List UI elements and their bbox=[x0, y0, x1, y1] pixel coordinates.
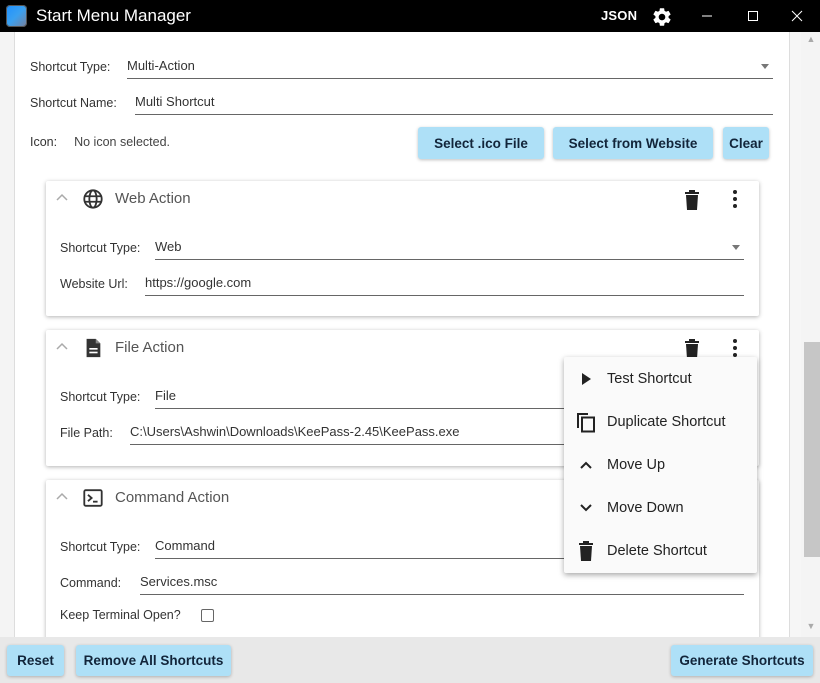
select-ico-file-button[interactable]: Select .ico File bbox=[418, 127, 544, 159]
bottom-bar: Reset Remove All Shortcuts Generate Shor… bbox=[0, 637, 820, 683]
shortcut-name-row: Shortcut Name: bbox=[30, 96, 117, 110]
app-logo-icon bbox=[6, 5, 27, 27]
terminal-icon bbox=[83, 489, 103, 507]
keep-terminal-open-checkbox[interactable] bbox=[201, 609, 214, 622]
shortcut-type-row: Shortcut Type: bbox=[30, 60, 110, 74]
field-label: Website Url: bbox=[60, 277, 128, 291]
file-icon bbox=[86, 338, 101, 358]
menu-item-move-up[interactable]: Move Up bbox=[564, 443, 757, 486]
action-context-menu: Test Shortcut Duplicate Shortcut Move Up… bbox=[564, 357, 757, 573]
maximize-button[interactable] bbox=[730, 0, 776, 32]
field-value: Web bbox=[155, 239, 182, 254]
gear-icon[interactable] bbox=[651, 6, 673, 28]
remove-all-shortcuts-button[interactable]: Remove All Shortcuts bbox=[76, 645, 231, 676]
json-button[interactable]: JSON bbox=[601, 8, 637, 23]
globe-icon bbox=[83, 189, 103, 209]
website-url-input[interactable]: https://google.com bbox=[145, 272, 744, 296]
menu-item-duplicate-shortcut[interactable]: Duplicate Shortcut bbox=[564, 400, 757, 443]
field-label: File Path: bbox=[60, 426, 113, 440]
field-label: Shortcut Type: bbox=[60, 241, 141, 255]
menu-item-label: Move Down bbox=[607, 499, 684, 516]
icon-status: No icon selected. bbox=[74, 135, 170, 149]
menu-item-move-down[interactable]: Move Down bbox=[564, 486, 757, 529]
collapse-chevron-icon[interactable] bbox=[56, 193, 68, 201]
field-label: Shortcut Type: bbox=[60, 540, 141, 554]
card-title: File Action bbox=[115, 339, 185, 356]
action-type-select[interactable]: Web bbox=[155, 236, 744, 260]
scroll-down-arrow-icon[interactable]: ▼ bbox=[805, 621, 817, 633]
chevron-up-icon bbox=[575, 454, 597, 476]
generate-shortcuts-button[interactable]: Generate Shortcuts bbox=[671, 645, 813, 676]
trash-icon[interactable] bbox=[684, 190, 700, 210]
select-from-website-button[interactable]: Select from Website bbox=[553, 127, 713, 159]
minimize-icon bbox=[702, 15, 712, 17]
chevron-down-icon bbox=[575, 497, 597, 519]
play-icon bbox=[575, 368, 597, 390]
close-button[interactable] bbox=[774, 0, 820, 32]
menu-item-label: Duplicate Shortcut bbox=[607, 413, 726, 430]
more-options-icon[interactable] bbox=[729, 189, 741, 209]
dropdown-arrow-icon bbox=[761, 64, 769, 69]
field-value: C:\Users\Ashwin\Downloads\KeePass-2.45\K… bbox=[130, 424, 460, 439]
field-value: https://google.com bbox=[145, 275, 252, 290]
menu-item-label: Move Up bbox=[607, 456, 666, 473]
card-title: Web Action bbox=[115, 190, 191, 207]
scroll-up-arrow-icon[interactable]: ▲ bbox=[805, 34, 817, 46]
shortcut-type-value: Multi-Action bbox=[127, 58, 195, 73]
title-bar: Start Menu Manager JSON bbox=[0, 0, 820, 32]
keep-terminal-open-label: Keep Terminal Open? bbox=[60, 608, 181, 622]
vertical-scrollbar[interactable]: ▲ ▼ bbox=[801, 32, 820, 637]
menu-item-label: Test Shortcut bbox=[607, 370, 692, 387]
icon-row: Icon: No icon selected. bbox=[30, 135, 170, 149]
shortcut-type-label: Shortcut Type: bbox=[30, 60, 111, 74]
trash-icon[interactable] bbox=[684, 339, 700, 359]
menu-item-delete-shortcut[interactable]: Delete Shortcut bbox=[564, 529, 757, 572]
window-title: Start Menu Manager bbox=[36, 6, 191, 25]
right-gutter bbox=[789, 32, 801, 637]
menu-item-label: Delete Shortcut bbox=[607, 542, 707, 559]
field-label: Command: bbox=[60, 576, 122, 590]
action-card-web: Web Action Shortcut Type: Web Website Ur… bbox=[46, 181, 759, 316]
scroll-thumb[interactable] bbox=[804, 342, 820, 557]
close-icon bbox=[791, 10, 803, 22]
more-options-icon[interactable] bbox=[729, 338, 741, 358]
card-title: Command Action bbox=[115, 489, 230, 506]
shortcut-name-input[interactable]: Multi Shortcut bbox=[135, 91, 773, 115]
field-value: File bbox=[155, 388, 176, 403]
trash-icon bbox=[575, 540, 597, 562]
card-header[interactable]: Web Action bbox=[46, 181, 759, 217]
command-input[interactable]: Services.msc bbox=[140, 571, 744, 595]
icon-label: Icon: bbox=[30, 135, 58, 149]
left-gutter bbox=[0, 32, 15, 637]
clear-icon-button[interactable]: Clear bbox=[723, 127, 769, 159]
reset-button[interactable]: Reset bbox=[7, 645, 64, 676]
shortcut-name-label: Shortcut Name: bbox=[30, 96, 117, 110]
field-value: Command bbox=[155, 538, 215, 553]
collapse-chevron-icon[interactable] bbox=[56, 492, 68, 500]
minimize-button[interactable] bbox=[684, 0, 730, 32]
field-label: Shortcut Type: bbox=[60, 390, 141, 404]
collapse-chevron-icon[interactable] bbox=[56, 342, 68, 350]
maximize-icon bbox=[748, 11, 758, 21]
field-value: Services.msc bbox=[140, 574, 218, 589]
shortcut-name-value: Multi Shortcut bbox=[135, 94, 215, 109]
shortcut-type-select[interactable]: Multi-Action bbox=[127, 55, 773, 79]
dropdown-arrow-icon bbox=[732, 245, 740, 250]
copy-icon bbox=[575, 411, 597, 433]
menu-item-test-shortcut[interactable]: Test Shortcut bbox=[564, 357, 757, 400]
